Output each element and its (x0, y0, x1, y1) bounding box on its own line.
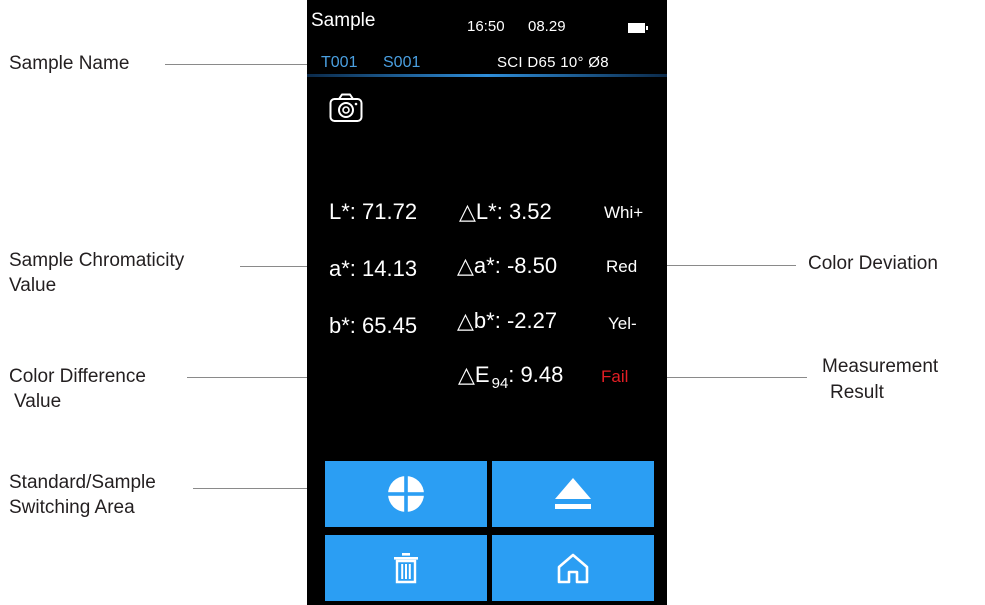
delta-l-value: L*: 3.52 (475, 199, 552, 224)
deviation-l: Whi+ (604, 203, 644, 222)
deviation-b: Yel- (608, 314, 637, 333)
trash-icon (394, 553, 418, 584)
header-divider (307, 74, 667, 77)
annotation-color-deviation: Color Deviation (808, 253, 938, 274)
eject-icon (555, 478, 591, 509)
screen-title: Sample (311, 10, 376, 31)
delta-icon: △ (457, 253, 474, 278)
delta-icon: △ (458, 362, 475, 387)
delta-a-value: a*: -8.50 (473, 253, 558, 278)
delta-a: △a*: -8.50 (457, 253, 557, 279)
crosshair-circle-icon (387, 475, 425, 513)
annotation-color-difference-line2: Value (14, 391, 62, 412)
standard-id: T001 (321, 54, 358, 71)
leader-line-color-deviation (648, 265, 796, 266)
eject-button[interactable] (492, 461, 654, 527)
annotation-color-difference-line1: Color Difference (9, 366, 146, 387)
deviation-a: Red (606, 257, 638, 276)
device-screen: Sample 16:50 08.29 T001 S001 SCI D65 10°… (307, 0, 667, 605)
battery-icon (628, 23, 648, 33)
annotation-switching-line1: Standard/Sample (9, 472, 156, 493)
sample-id: S001 (383, 54, 421, 71)
delete-button[interactable] (325, 535, 487, 601)
measurement-conditions: SCI D65 10° Ø8 (497, 54, 609, 71)
l-value: L*: 71.72 (329, 199, 418, 224)
status-time: 16:50 (467, 18, 505, 35)
annotation-chromaticity-line2: Value (9, 275, 57, 296)
delta-e-label: E (474, 362, 490, 387)
a-value: a*: 14.13 (329, 256, 418, 281)
annotation-result-line1: Measurement (822, 356, 939, 377)
delta-e: △E 94: 9.48 (458, 362, 564, 392)
switch-standard-sample-button[interactable] (325, 461, 487, 527)
delta-e-value: : 9.48 (508, 362, 564, 387)
measurement-result: Fail (601, 367, 629, 386)
delta-l: △L*: 3.52 (459, 199, 552, 225)
status-date: 08.29 (528, 18, 566, 35)
home-button[interactable] (492, 535, 654, 601)
annotation-chromaticity-line1: Sample Chromaticity (9, 250, 185, 271)
annotation-sample-name: Sample Name (9, 53, 130, 74)
delta-b-value: b*: -2.27 (473, 308, 558, 333)
camera-icon[interactable] (329, 93, 363, 123)
delta-icon: △ (459, 199, 476, 224)
annotation-result-line2: Result (830, 382, 884, 403)
annotation-switching-line2: Switching Area (9, 497, 135, 518)
delta-e-subscript: 94 (491, 375, 509, 392)
b-value: b*: 65.45 (329, 313, 418, 338)
home-icon (557, 553, 589, 584)
delta-b: △b*: -2.27 (457, 308, 557, 334)
delta-icon: △ (457, 308, 474, 333)
